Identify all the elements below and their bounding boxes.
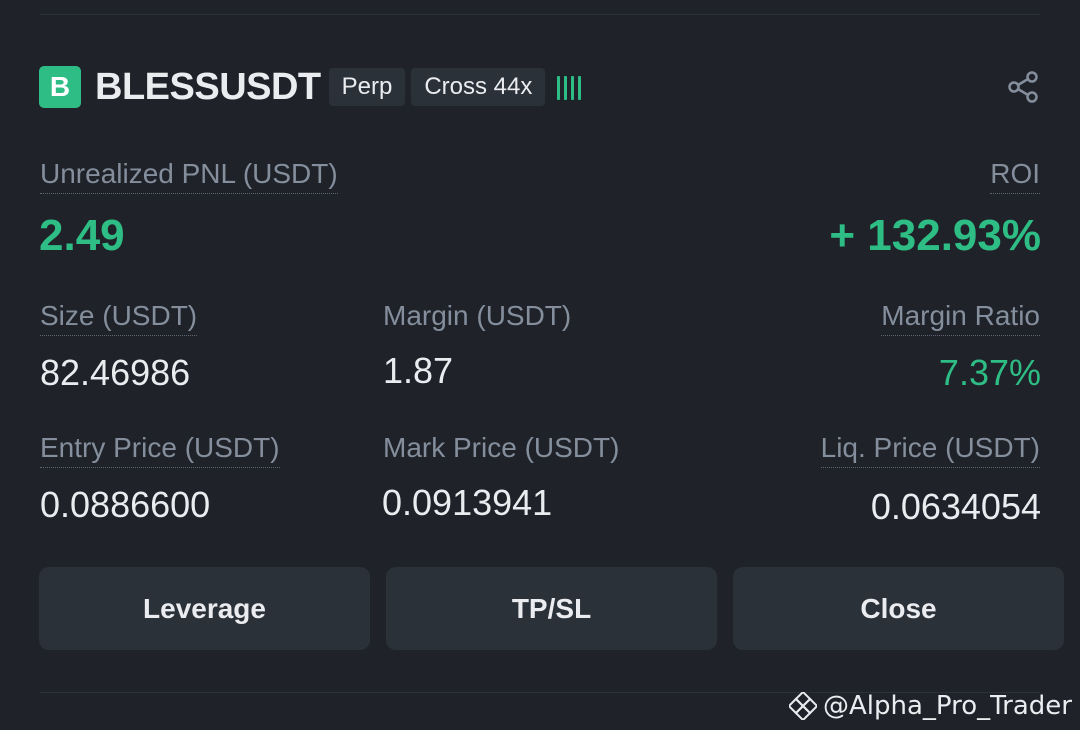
margin-mode-tag[interactable]: Cross 44x — [411, 68, 546, 106]
liq-price-value: 0.0634054 — [870, 486, 1041, 527]
risk-level-indicator — [557, 74, 582, 100]
symbol-name[interactable]: BLESSUSDT — [95, 66, 321, 109]
top-divider — [40, 14, 1040, 15]
binance-square-icon — [788, 692, 817, 720]
roi-label[interactable]: ROI — [990, 158, 1040, 194]
pnl-value: 2.49 — [39, 211, 125, 260]
size-label[interactable]: Size (USDT) — [40, 300, 198, 336]
close-button[interactable]: Close — [733, 567, 1064, 650]
position-card: B BLESSUSDT Perp Cross 44x Unrealized PN… — [0, 0, 1080, 730]
mark-price-value: 0.0913941 — [382, 482, 553, 523]
share-icon[interactable] — [1004, 68, 1042, 106]
entry-price-value: 0.0886600 — [40, 484, 211, 525]
coin-logo: B — [39, 66, 81, 108]
entry-price-label[interactable]: Entry Price (USDT) — [40, 432, 280, 468]
watermark-handle: @Alpha_Pro_Trader — [822, 691, 1072, 721]
leverage-button[interactable]: Leverage — [39, 567, 370, 650]
margin-ratio-value: 7.37% — [938, 352, 1041, 393]
watermark: @Alpha_Pro_Trader — [788, 688, 1072, 724]
margin-label: Margin (USDT) — [383, 300, 572, 331]
contract-type-tag: Perp — [328, 68, 406, 106]
size-value: 82.46986 — [40, 352, 191, 393]
tpsl-button[interactable]: TP/SL — [386, 567, 717, 650]
margin-ratio-label[interactable]: Margin Ratio — [881, 300, 1040, 336]
roi-value: + 132.93% — [829, 211, 1041, 260]
pnl-label[interactable]: Unrealized PNL (USDT) — [40, 158, 338, 194]
position-header: B BLESSUSDT Perp Cross 44x — [39, 66, 1042, 108]
mark-price-label: Mark Price (USDT) — [383, 432, 620, 463]
margin-value: 1.87 — [383, 350, 454, 391]
liq-price-label[interactable]: Liq. Price (USDT) — [820, 432, 1040, 468]
